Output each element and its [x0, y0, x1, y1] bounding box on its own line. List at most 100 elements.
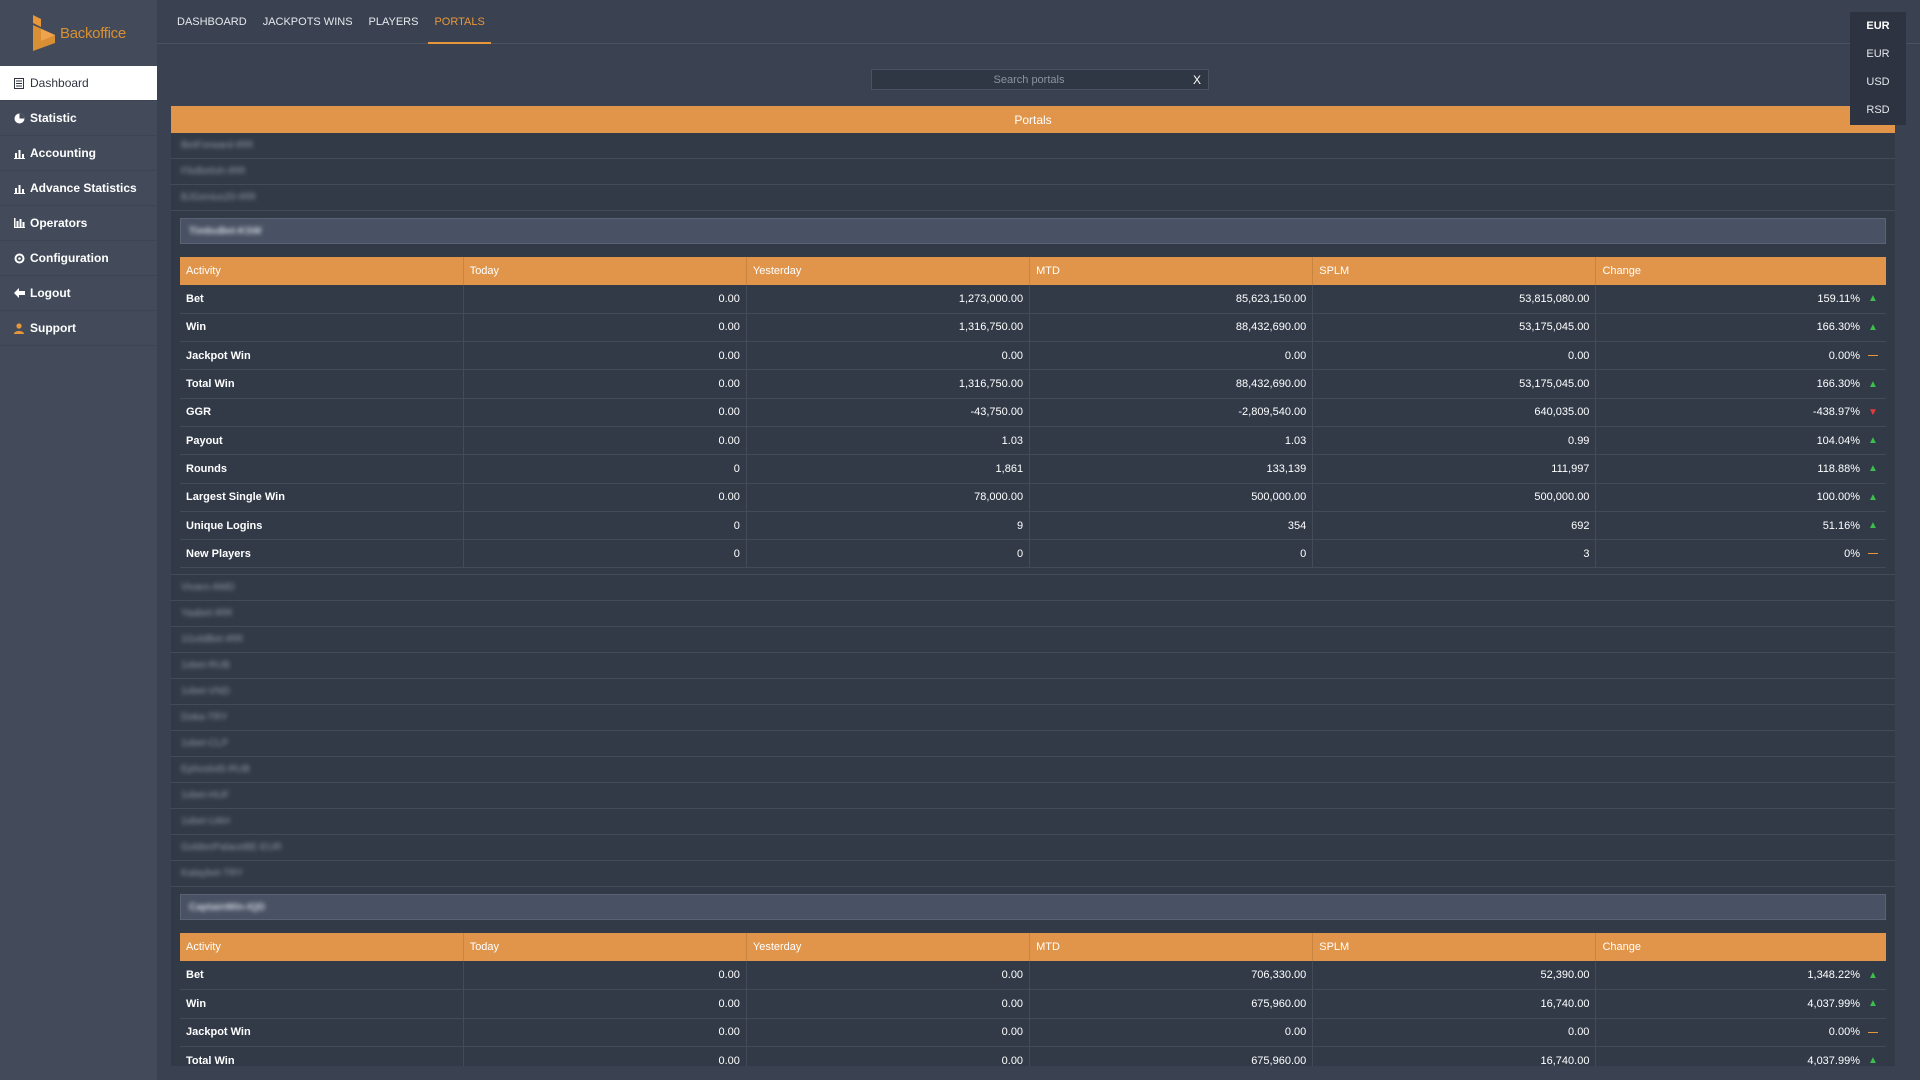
tab-jackpots-wins[interactable]: JACKPOTS WINS: [263, 0, 353, 44]
splm-cell: 53,175,045.00: [1312, 313, 1597, 343]
today-cell: 0.00: [463, 1018, 747, 1047]
arrow-up-icon: ▲: [1868, 998, 1878, 1010]
tab-dashboard[interactable]: DASHBOARD: [177, 0, 247, 44]
sidebar-item-operators[interactable]: Operators: [0, 206, 157, 241]
today-cell: 0.00: [463, 341, 747, 371]
tab-players[interactable]: PLAYERS: [369, 0, 419, 44]
column-header-change[interactable]: Change: [1595, 257, 1886, 285]
sidebar-item-accounting[interactable]: Accounting: [0, 136, 157, 171]
search-bar: X: [871, 69, 1209, 90]
column-header-splm[interactable]: SPLM: [1312, 257, 1597, 285]
dash-icon: —: [1868, 548, 1878, 560]
yesterday-cell: 1,861: [746, 454, 1031, 484]
mtd-cell: 85,623,150.00: [1029, 285, 1314, 314]
portal-stats-table: Activity Today Yesterday MTD SPLM Change Bet 0.…: [180, 257, 1886, 569]
today-cell: 0: [463, 539, 747, 569]
activity-cell: Bet: [180, 285, 464, 314]
logout-icon: [13, 287, 25, 299]
change-value: 159.11%: [1817, 292, 1860, 305]
yesterday-cell: 1,273,000.00: [746, 285, 1031, 314]
today-cell: 0.00: [463, 483, 747, 512]
yesterday-cell: 1,316,750.00: [746, 369, 1031, 399]
activity-cell: Jackpot Win: [180, 341, 464, 371]
table-row: Jackpot Win 0.00 0.00 0.00 0.00 0.00% —: [180, 341, 1886, 371]
bottom-bar: [157, 1066, 1920, 1080]
currency-option-rsd[interactable]: RSD: [1850, 96, 1906, 124]
arrow-up-icon: ▲: [1868, 293, 1878, 305]
portal-expanded-title[interactable]: TimbuBet-KSW: [180, 218, 1886, 244]
portal-row[interactable]: BJGenius20-IRR: [171, 185, 1895, 211]
column-header-change[interactable]: Change: [1595, 933, 1886, 962]
column-header-today[interactable]: Today: [463, 933, 747, 962]
currency-option-eur[interactable]: EUR: [1850, 40, 1906, 68]
portal-expanded-title[interactable]: CaptainWin-IQD: [180, 894, 1886, 921]
column-header-splm[interactable]: SPLM: [1312, 933, 1597, 962]
logo[interactable]: Backoffice: [0, 0, 157, 66]
search-input[interactable]: [872, 70, 1186, 89]
column-header-yesterday[interactable]: Yesterday: [746, 257, 1031, 285]
top-tabs: DASHBOARD JACKPOTS WINS PLAYERS PORTALS: [177, 0, 501, 44]
portal-row[interactable]: Vivaro-AMD: [171, 575, 1895, 602]
currency-selected[interactable]: EUR: [1850, 12, 1906, 40]
today-cell: 0: [463, 511, 747, 541]
today-cell: 0.00: [463, 1046, 747, 1066]
portal-row[interactable]: Doka-TRY: [171, 705, 1895, 732]
portal-name: Ephoslot5-RUB: [181, 764, 250, 776]
portal-row[interactable]: FlixBetIsh-IRR: [171, 159, 1895, 185]
column-header-yesterday[interactable]: Yesterday: [746, 933, 1031, 962]
scrollbar[interactable]: [1895, 146, 1903, 1066]
column-header-activity[interactable]: Activity: [180, 257, 464, 285]
clear-search-button[interactable]: X: [1186, 73, 1208, 87]
portal-row[interactable]: 1xbet-HUF: [171, 783, 1895, 810]
portal-row[interactable]: 1xbet-RUB: [171, 653, 1895, 680]
currency-dropdown[interactable]: EUR EUR USD RSD: [1850, 12, 1906, 125]
portal-row[interactable]: GoldenPalaceBE-EUR: [171, 835, 1895, 862]
column-header-activity[interactable]: Activity: [180, 933, 464, 962]
splm-cell: 0.99: [1312, 426, 1597, 456]
logo-icon: [31, 15, 57, 51]
sidebar-item-statistic[interactable]: Statistic: [0, 101, 157, 136]
arrow-up-icon: ▲: [1868, 321, 1878, 333]
tab-portals[interactable]: PORTALS: [428, 0, 492, 44]
change-cell: 0.00% —: [1595, 341, 1886, 371]
portal-row[interactable]: 1xbet-CLP: [171, 731, 1895, 758]
sidebar-item-logout[interactable]: Logout: [0, 276, 157, 311]
bar-chart-icon: [13, 147, 25, 159]
splm-cell: 111,997: [1312, 454, 1597, 484]
portal-row[interactable]: Kalaybet-TRY: [171, 861, 1895, 888]
portal-row[interactable]: 1xbet-UAH: [171, 809, 1895, 836]
sidebar-item-support[interactable]: Support: [0, 311, 157, 346]
yesterday-cell: 0.00: [746, 961, 1031, 991]
portal-row[interactable]: BetForward-IRR: [171, 133, 1895, 159]
person-icon: [13, 322, 25, 334]
table-row: Jackpot Win 0.00 0.00 0.00 0.00 0.00% —: [180, 1018, 1886, 1047]
change-value: 118.88%: [1817, 462, 1860, 475]
change-cell: 100.00% ▲: [1595, 483, 1886, 512]
splm-cell: 640,035.00: [1312, 398, 1597, 427]
currency-option-usd[interactable]: USD: [1850, 68, 1906, 96]
column-header-mtd[interactable]: MTD: [1029, 257, 1314, 285]
table-row: Total Win 0.00 0.00 675,960.00 16,740.00 4,03…: [180, 1046, 1886, 1066]
mtd-cell: 0.00: [1029, 1018, 1314, 1047]
activity-cell: GGR: [180, 398, 464, 427]
sidebar-item-configuration[interactable]: Configuration: [0, 241, 157, 276]
column-header-today[interactable]: Today: [463, 257, 747, 285]
sidebar-item-advance-statistics[interactable]: Advance Statistics: [0, 171, 157, 206]
portal-row[interactable]: 1xbet-VND: [171, 679, 1895, 706]
change-cell: 118.88% ▲: [1595, 454, 1886, 484]
portal-row[interactable]: Ephoslot5-RUB: [171, 757, 1895, 784]
portal-name: Vivaro-AMD: [181, 582, 235, 594]
portal-row[interactable]: Yaabet-IRR: [171, 601, 1895, 628]
bar-chart-icon: [13, 182, 25, 194]
yesterday-cell: 1,316,750.00: [746, 313, 1031, 343]
yesterday-cell: 1.03: [746, 426, 1031, 456]
mtd-cell: 88,432,690.00: [1029, 313, 1314, 343]
column-header-mtd[interactable]: MTD: [1029, 933, 1314, 962]
yesterday-cell: -43,750.00: [746, 398, 1031, 427]
sidebar-item-dashboard[interactable]: Dashboard: [0, 66, 157, 101]
table-row: New Players 0 0 0 3 0% —: [180, 539, 1886, 569]
table-row: Unique Logins 0 9 354 692 51.16% ▲: [180, 511, 1886, 541]
change-value: 4,037.99%: [1807, 997, 1860, 1010]
change-value: 100.00%: [1816, 491, 1860, 504]
portal-row[interactable]: 1GoldBet-IRR: [171, 627, 1895, 654]
